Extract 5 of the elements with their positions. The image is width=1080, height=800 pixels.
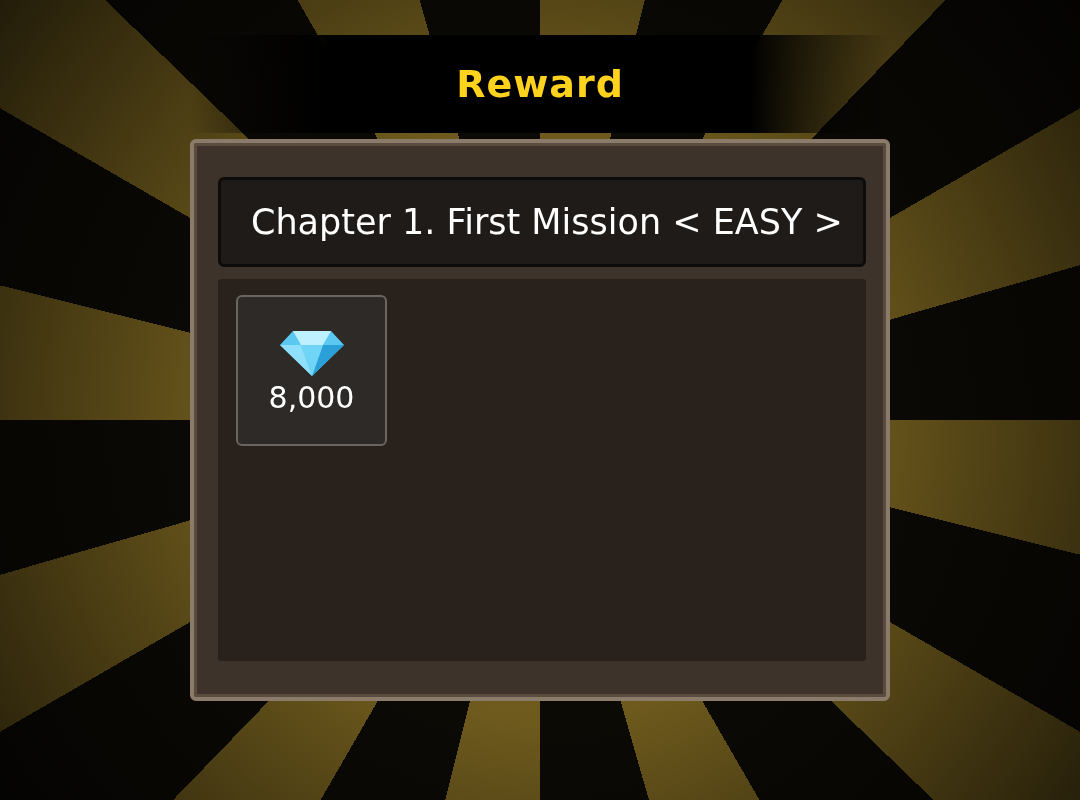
- reward-amount: 8,000: [268, 382, 355, 413]
- dialog-title: Reward: [456, 62, 624, 106]
- reward-tile[interactable]: 8,000: [236, 295, 387, 446]
- diamond-icon: [278, 328, 345, 377]
- chapter-title: Chapter 1. First Mission < EASY >: [251, 202, 843, 242]
